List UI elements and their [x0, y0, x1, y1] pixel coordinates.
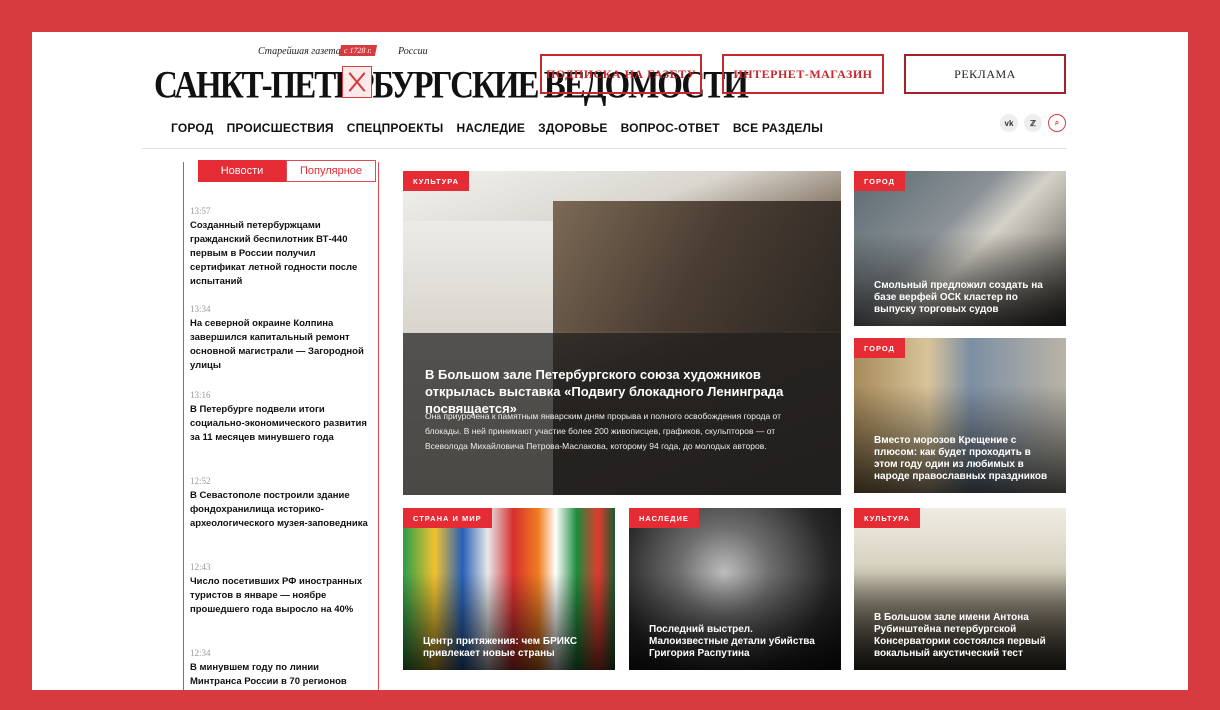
article-lead: Она приурочена к памятным январским дням… — [425, 411, 781, 451]
news-time: 13:57 — [190, 206, 211, 216]
logo-tagline: Старейшая газета — [258, 46, 341, 57]
city-emblem-icon — [342, 66, 372, 98]
article-card[interactable]: ГОРОД Смольный предложил создать на базе… — [854, 171, 1066, 326]
logo-tagline-country: России — [398, 46, 428, 57]
news-title[interactable]: В Севастополе построили здание фондохран… — [190, 489, 370, 531]
nav-item-all-sections[interactable]: ВСЕ РАЗДЕЛЫ — [733, 121, 823, 135]
list-item[interactable]: 13:34 На северной окраине Колпина заверш… — [190, 304, 370, 373]
article-title[interactable]: Вместо морозов Крещение с плюсом: как бу… — [874, 435, 1056, 483]
page: Старейшая газета с 1728 г. России САНКТ-… — [32, 32, 1188, 690]
nav-item-qa[interactable]: ВОПРОС-ОТВЕТ — [621, 121, 720, 135]
nav-item-health[interactable]: ЗДОРОВЬЕ — [538, 121, 607, 135]
main-nav: ГОРОД ПРОИСШЕСТВИЯ СПЕЦПРОЕКТЫ НАСЛЕДИЕ … — [171, 121, 823, 135]
category-badge[interactable]: ГОРОД — [854, 338, 905, 358]
article-title[interactable]: Центр притяжения: чем БРИКС привлекает н… — [423, 636, 605, 660]
news-time: 13:34 — [190, 304, 211, 314]
ok-icon[interactable]: ℤ — [1024, 114, 1042, 132]
category-badge[interactable]: СТРАНА И МИР — [403, 508, 492, 528]
nav-item-incidents[interactable]: ПРОИСШЕСТВИЯ — [227, 121, 334, 135]
nav-item-special-projects[interactable]: СПЕЦПРОЕКТЫ — [347, 121, 444, 135]
ads-button[interactable]: РЕКЛАМА — [904, 54, 1066, 94]
featured-article-card[interactable]: КУЛЬТУРА В Большом зале Петербургского с… — [403, 171, 841, 495]
search-icon[interactable]: ⌕ — [1048, 114, 1066, 132]
nav-item-heritage[interactable]: НАСЛЕДИЕ — [457, 121, 526, 135]
tab-news[interactable]: Новости — [198, 160, 286, 182]
article-card[interactable]: СТРАНА И МИР Центр притяжения: чем БРИКС… — [403, 508, 615, 670]
news-title[interactable]: Число посетивших РФ иностранных туристов… — [190, 575, 370, 617]
news-time: 12:34 — [190, 648, 211, 658]
article-title[interactable]: Последний выстрел. Малоизвестные детали … — [649, 624, 831, 660]
tab-popular[interactable]: Популярное — [286, 160, 376, 182]
list-item[interactable]: 12:43 Число посетивших РФ иностранных ту… — [190, 562, 370, 617]
article-card[interactable]: НАСЛЕДИЕ Последний выстрел. Малоизвестны… — [629, 508, 841, 670]
news-title[interactable]: На северной окраине Колпина завершился к… — [190, 317, 370, 373]
list-item[interactable]: 13:16 В Петербурге подвели итоги социаль… — [190, 390, 370, 445]
list-item[interactable]: 13:57 Созданный петербуржцами граждански… — [190, 206, 370, 289]
header-divider — [142, 148, 1067, 149]
article-title[interactable]: В Большом зале имени Антона Рубинштейна … — [874, 612, 1056, 660]
news-time: 12:43 — [190, 562, 211, 572]
category-badge[interactable]: ГОРОД — [854, 171, 905, 191]
logo-year-badge: с 1728 г. — [338, 45, 378, 56]
news-tabs: Новости Популярное — [198, 160, 376, 182]
news-title[interactable]: В минувшем году по линии Минтранса Росси… — [190, 661, 370, 689]
category-badge[interactable]: КУЛЬТУРА — [854, 508, 921, 528]
news-title[interactable]: В Петербурге подвели итоги социально-эко… — [190, 403, 370, 445]
subscribe-button[interactable]: ПОДПИСКА НА ГАЗЕТУ — [540, 54, 702, 94]
list-item[interactable]: 12:34 В минувшем году по линии Минтранса… — [190, 648, 370, 689]
shop-button[interactable]: ИНТЕРНЕТ-МАГАЗИН — [722, 54, 884, 94]
article-card[interactable]: КУЛЬТУРА В Большом зале имени Антона Руб… — [854, 508, 1066, 670]
vk-icon[interactable]: vk — [1000, 114, 1018, 132]
site-logo[interactable]: Старейшая газета с 1728 г. России САНКТ-… — [154, 45, 749, 107]
list-item[interactable]: 12:52 В Севастополе построили здание фон… — [190, 476, 370, 531]
article-title[interactable]: Смольный предложил создать на базе верфе… — [874, 280, 1056, 316]
category-badge[interactable]: КУЛЬТУРА — [403, 171, 470, 191]
news-title[interactable]: Созданный петербуржцами гражданский бесп… — [190, 219, 370, 289]
painting-photo-area — [553, 201, 841, 331]
nav-item-city[interactable]: ГОРОД — [171, 121, 214, 135]
news-time: 12:52 — [190, 476, 211, 486]
article-card[interactable]: ГОРОД Вместо морозов Крещение с плюсом: … — [854, 338, 1066, 493]
category-badge[interactable]: НАСЛЕДИЕ — [629, 508, 699, 528]
news-time: 13:16 — [190, 390, 211, 400]
